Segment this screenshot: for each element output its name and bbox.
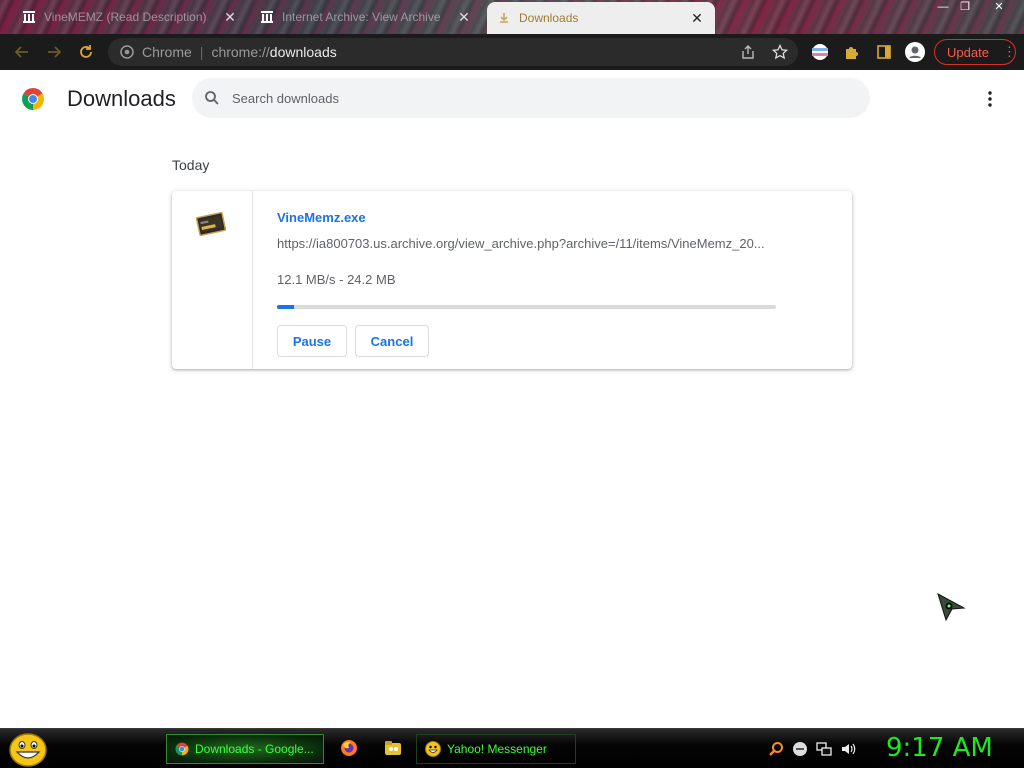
volume-icon[interactable]: [840, 741, 856, 757]
arrow-right-icon: [48, 46, 62, 58]
forward-button[interactable]: [42, 40, 66, 64]
search-bar[interactable]: [192, 78, 870, 118]
taskbar-item-label: Downloads - Google...: [195, 742, 314, 756]
taskbar-clock[interactable]: 9:17 AM: [886, 733, 993, 763]
firefox-icon[interactable]: [340, 739, 358, 757]
restore-icon[interactable]: ❐: [954, 0, 976, 14]
download-status: 12.1 MB/s - 24.2 MB: [277, 272, 396, 287]
url-prefix: chrome://: [211, 44, 270, 60]
downloads-page: Downloads Today VineMemz.exe https://ia8…: [0, 70, 1024, 728]
tab-vinememz[interactable]: VineMEMZ (Read Description) ✕: [12, 2, 248, 32]
chrome-logo-icon: [22, 88, 44, 110]
title-bar: VineMEMZ (Read Description) ✕ Internet A…: [0, 0, 1024, 34]
close-icon[interactable]: ✕: [689, 10, 705, 27]
taskbar-item-chrome[interactable]: Downloads - Google...: [166, 734, 324, 764]
archive-icon: [260, 10, 274, 24]
kebab-menu-icon: ⋮: [1002, 44, 1016, 59]
reload-icon: [80, 45, 92, 58]
update-label: Update: [947, 44, 989, 60]
arrow-left-icon: [14, 46, 28, 58]
search-input[interactable]: [232, 90, 792, 106]
magnifier-tray-icon[interactable]: [768, 741, 784, 757]
taskbar-item-label: Yahoo! Messenger: [447, 742, 547, 756]
tab-title: Downloads: [519, 11, 579, 25]
address-bar[interactable]: Chrome | chrome:// downloads: [108, 38, 798, 66]
side-panel-icon[interactable]: [874, 42, 894, 62]
file-source-url[interactable]: https://ia800703.us.archive.org/view_arc…: [277, 236, 777, 251]
reload-button[interactable]: [74, 40, 98, 64]
bookmark-star-icon[interactable]: [770, 42, 790, 62]
kebab-menu-icon: [988, 91, 992, 107]
download-progress-bar: [277, 305, 776, 309]
file-icon-column: [172, 191, 253, 369]
url-host: downloads: [269, 44, 337, 60]
tab-title: Internet Archive: View Archive: [282, 10, 441, 24]
pause-button[interactable]: Pause: [277, 325, 347, 357]
executable-file-icon: [196, 211, 226, 237]
network-icon[interactable]: [816, 741, 832, 757]
date-heading: Today: [172, 157, 210, 173]
scheme-label: Chrome: [142, 44, 192, 60]
minimize-icon[interactable]: —: [932, 0, 954, 14]
cancel-button[interactable]: Cancel: [355, 325, 429, 357]
taskbar: Downloads - Google... Yahoo! Messenger 9…: [0, 728, 1024, 768]
tab-internet-archive[interactable]: Internet Archive: View Archive ✕: [250, 2, 482, 32]
download-icon: [497, 11, 511, 25]
update-button[interactable]: Update ⋮: [934, 39, 1016, 65]
status-tray-icon[interactable]: [792, 741, 808, 757]
tab-downloads[interactable]: Downloads ✕: [487, 2, 715, 34]
download-progress-fill: [277, 305, 295, 309]
smiley-start-icon[interactable]: [8, 732, 48, 768]
yahoo-messenger-icon: [425, 741, 441, 757]
browser-toolbar: Chrome | chrome:// downloads Update ⋮: [0, 34, 1024, 70]
chrome-page-icon: [120, 45, 134, 59]
more-actions-button[interactable]: [980, 88, 1000, 110]
file-name-link[interactable]: VineMemz.exe: [277, 210, 366, 225]
chrome-icon: [175, 742, 189, 756]
close-icon[interactable]: ✕: [222, 9, 238, 26]
tab-title: VineMEMZ (Read Description): [44, 10, 207, 24]
omnibox-separator: |: [199, 44, 204, 60]
page-title: Downloads: [67, 86, 176, 111]
download-item-card: VineMemz.exe https://ia800703.us.archive…: [172, 191, 852, 369]
extensions-puzzle-icon[interactable]: [842, 42, 862, 62]
back-button[interactable]: [10, 40, 34, 64]
page-header: Downloads: [0, 70, 1024, 128]
folder-app-icon[interactable]: [384, 739, 402, 757]
taskbar-item-yahoo-messenger[interactable]: Yahoo! Messenger: [416, 734, 576, 764]
profile-avatar-icon[interactable]: [905, 42, 925, 62]
archive-icon: [22, 10, 36, 24]
flag-extension-icon[interactable]: [810, 42, 830, 62]
search-icon: [205, 91, 219, 105]
close-icon[interactable]: ✕: [456, 9, 472, 26]
share-icon[interactable]: [738, 42, 758, 62]
close-window-icon[interactable]: ✕: [988, 0, 1010, 14]
mouse-cursor-icon: [937, 592, 966, 622]
